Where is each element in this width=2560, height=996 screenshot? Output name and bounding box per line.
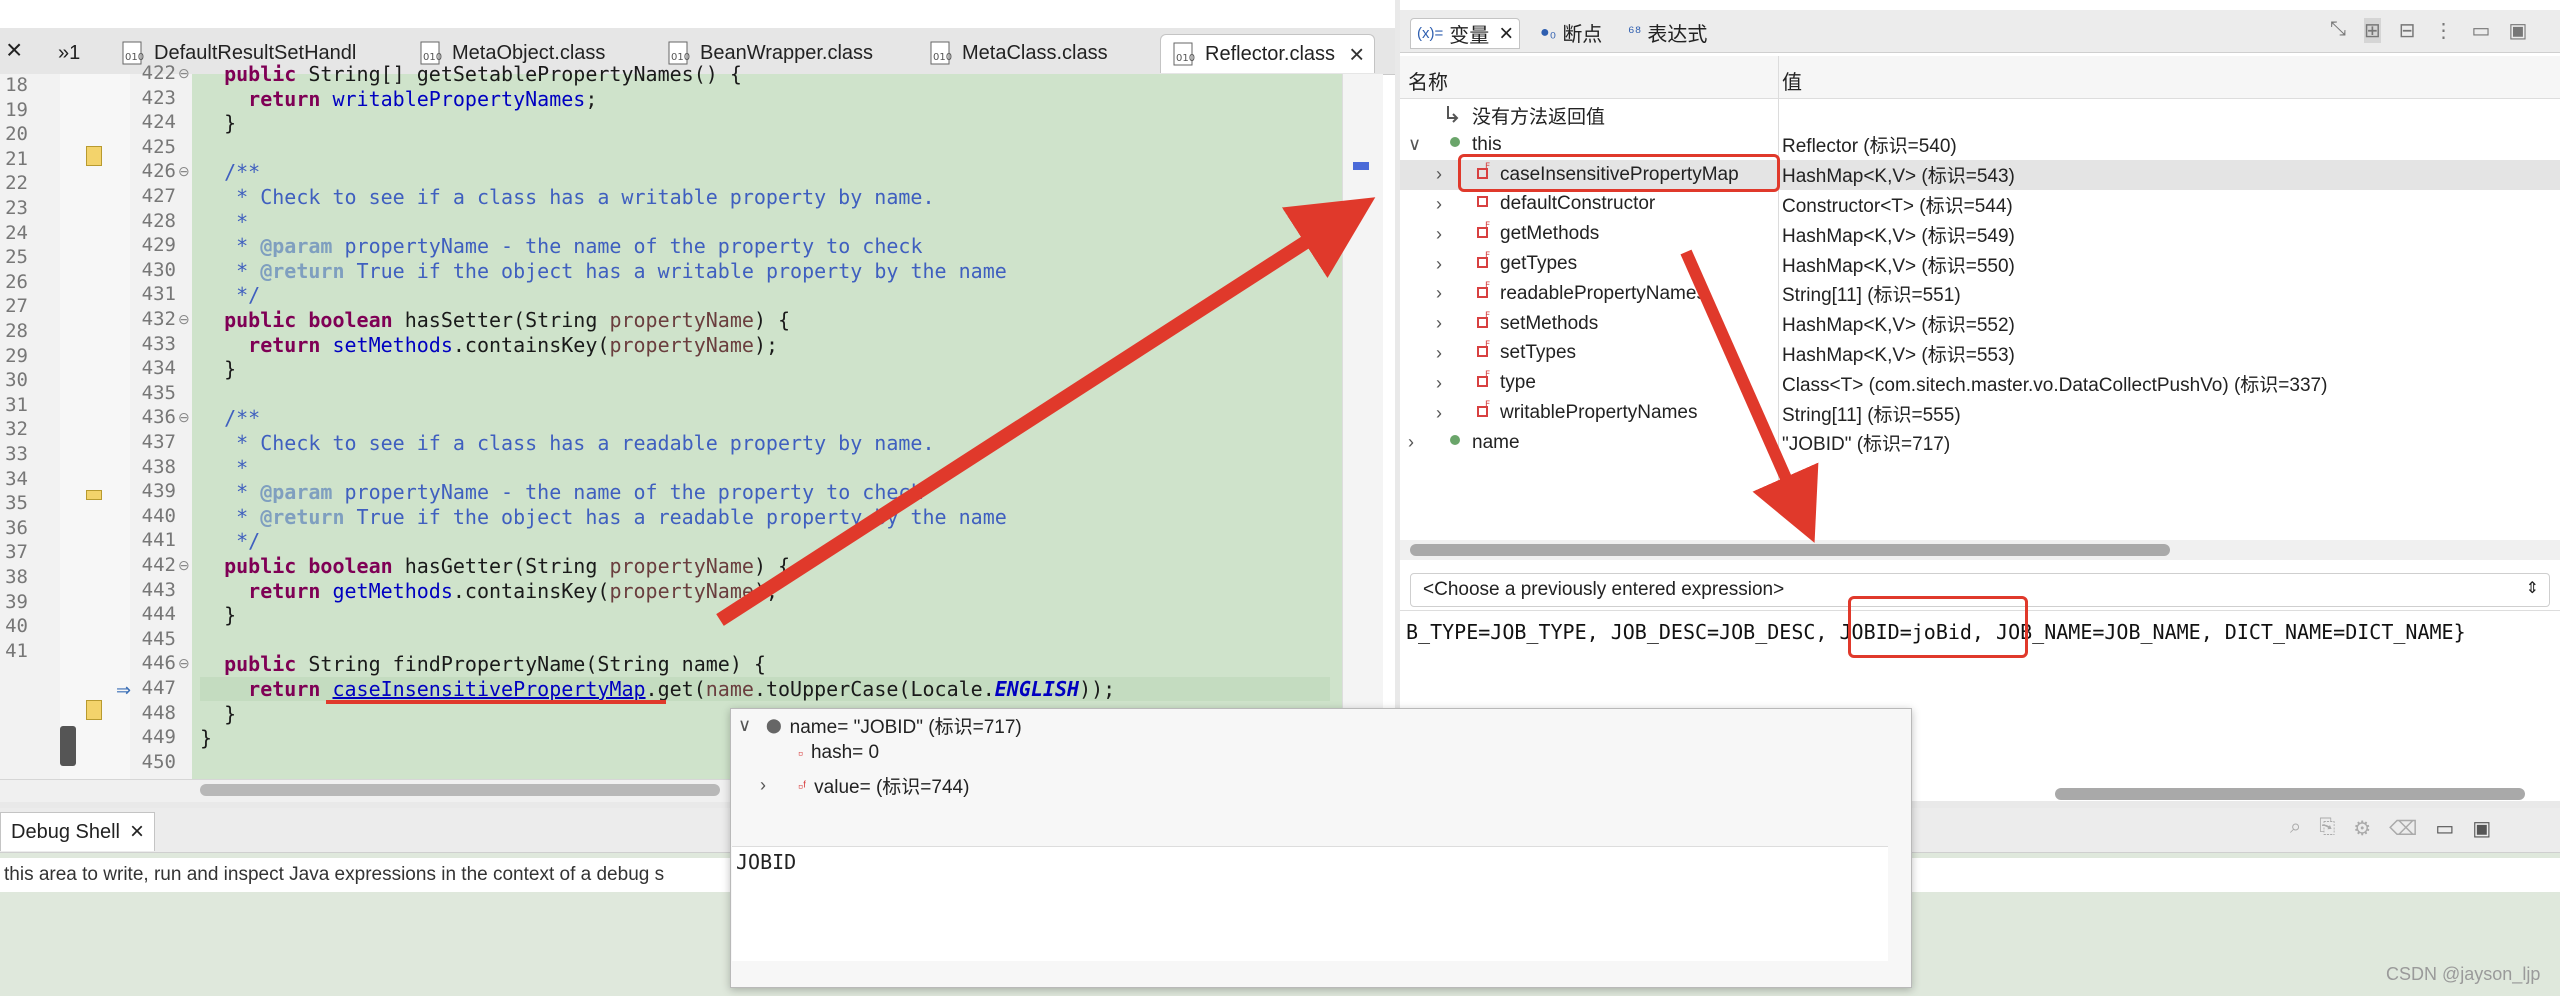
arrow-to-detail: [1680, 249, 1819, 543]
watermark: CSDN @jayson_ljp: [2386, 964, 2541, 984]
annotation-arrows: [716, 197, 1819, 626]
arrow-to-map: [716, 197, 1376, 626]
